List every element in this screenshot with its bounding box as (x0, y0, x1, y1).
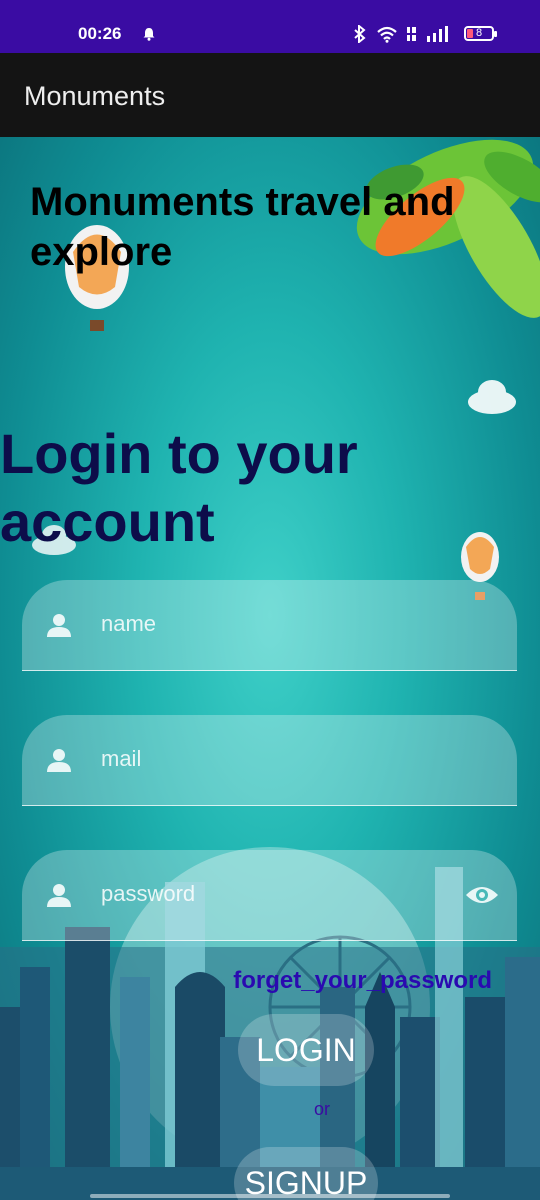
signal-icon (427, 26, 448, 42)
status-bar: 00:26 8 (0, 0, 540, 53)
login-heading: Login to your account (0, 422, 358, 553)
signup-button[interactable]: SIGNUP (234, 1147, 378, 1200)
battery-fill (467, 29, 473, 38)
battery-level: 8 (475, 27, 483, 39)
cloud-right (468, 380, 516, 414)
or-separator: or (314, 1099, 331, 1119)
bluetooth-icon (354, 25, 366, 43)
bell-icon (143, 28, 155, 41)
app-tagline: Monuments travel and explore (30, 180, 455, 274)
person-icon (47, 884, 71, 907)
mail-input[interactable]: mail (101, 746, 141, 772)
person-icon (47, 614, 71, 637)
forget-password-link[interactable]: forget_your_password (233, 967, 492, 995)
status-time: 00:26 (78, 24, 122, 43)
name-field[interactable]: name (22, 580, 517, 671)
battery-icon: 8 (464, 26, 497, 41)
gesture-nav-handle[interactable] (90, 1194, 450, 1198)
app-bar: Monuments (0, 53, 540, 137)
volte-icon (407, 27, 416, 41)
eye-icon[interactable] (465, 882, 499, 908)
status-icons (352, 25, 448, 43)
person-icon (47, 749, 71, 772)
wifi-icon (377, 26, 397, 43)
app-title: Monuments (24, 81, 166, 111)
login-button[interactable]: LOGIN (238, 1014, 374, 1086)
mail-field[interactable]: mail (22, 715, 517, 806)
login-screen: Monuments travel and explore Login to yo… (0, 137, 540, 1200)
name-input[interactable]: name (101, 611, 156, 637)
password-field[interactable]: password (22, 850, 517, 941)
password-input[interactable]: password (101, 881, 195, 907)
